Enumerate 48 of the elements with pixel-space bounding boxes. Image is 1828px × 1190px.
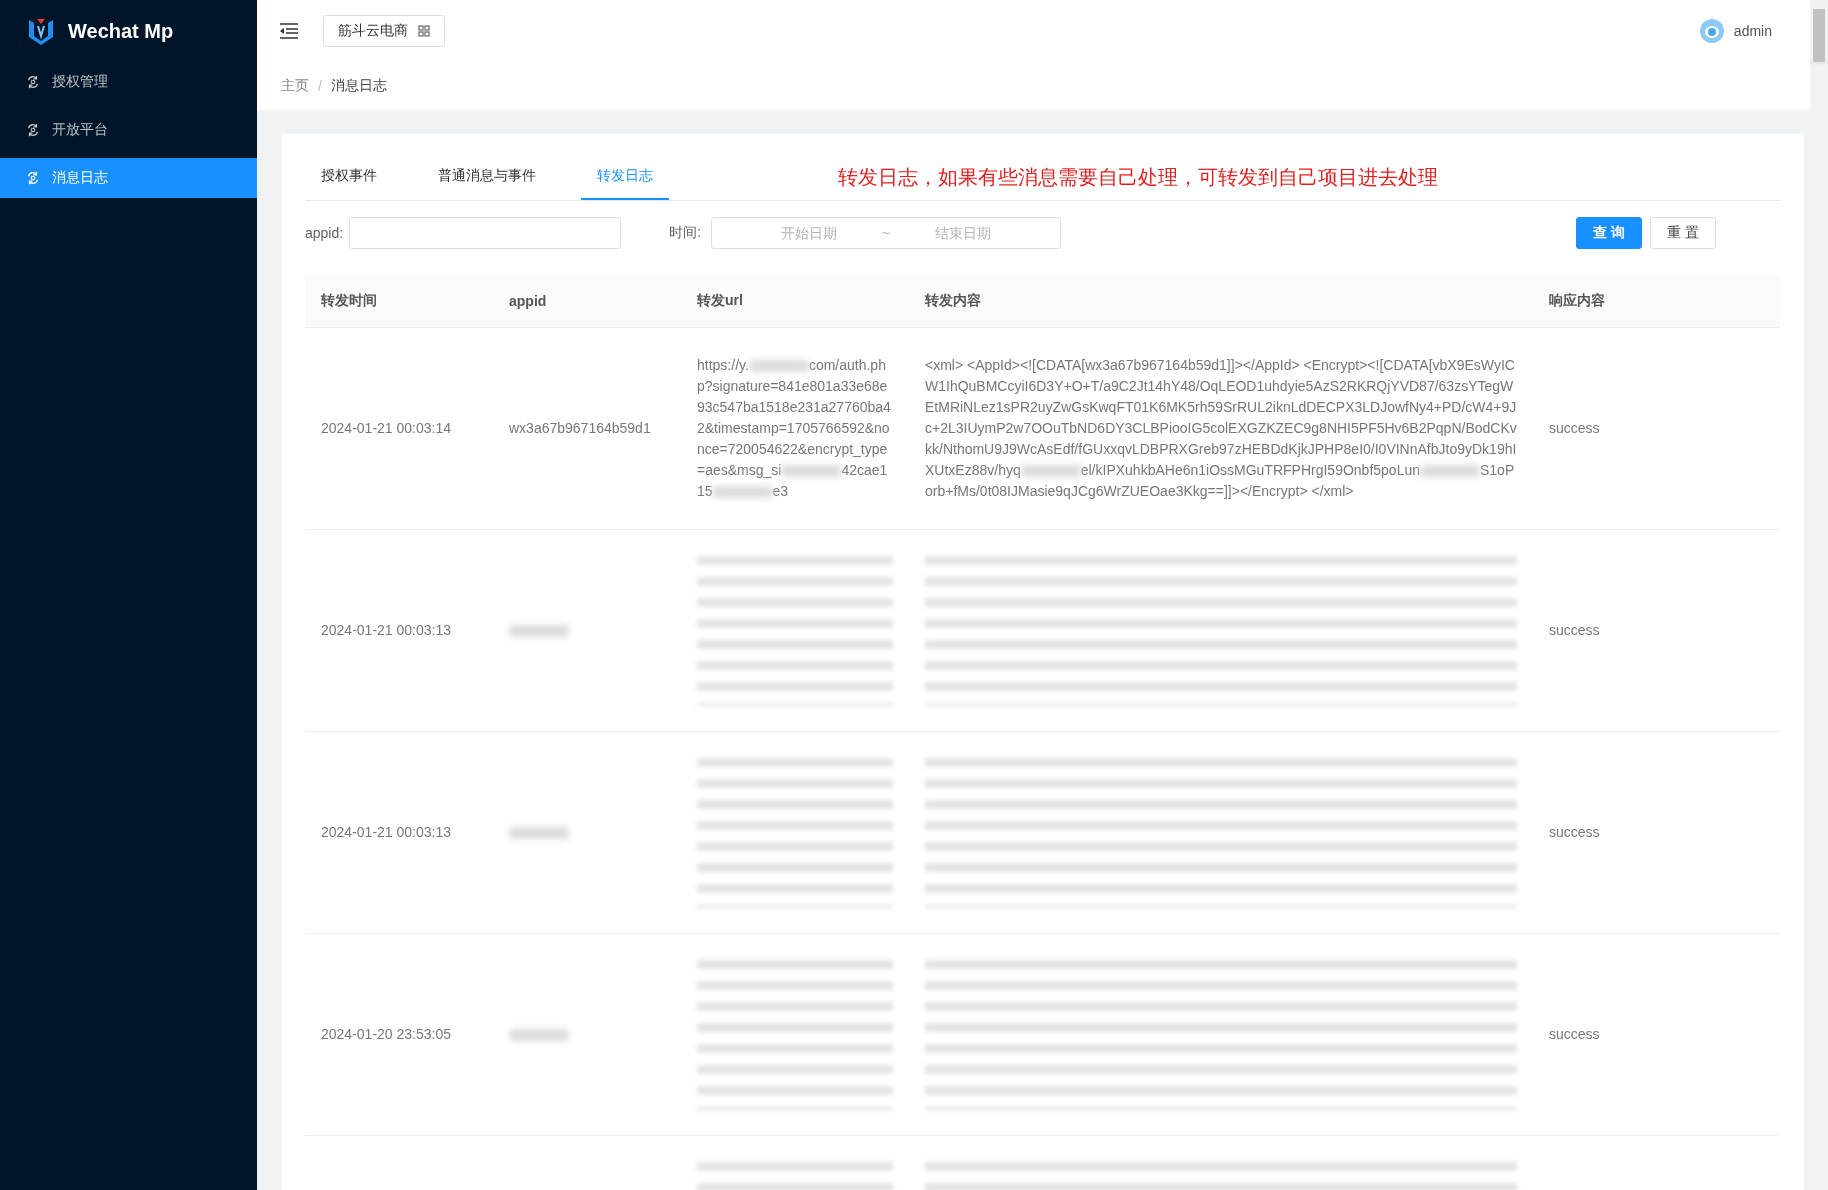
field-label: 时间: xyxy=(669,224,702,242)
reset-button[interactable]: 重 置 xyxy=(1650,217,1716,249)
tab[interactable]: 授权事件 xyxy=(305,154,393,200)
menu-icon[interactable] xyxy=(279,23,299,39)
redacted-text xyxy=(748,360,809,373)
column-header: 响应内容 xyxy=(1533,275,1780,328)
redacted-text xyxy=(712,486,773,499)
breadcrumb-link[interactable]: 主页 xyxy=(281,77,309,95)
app-title: Wechat Mp xyxy=(68,19,174,43)
column-header: 转发url xyxy=(681,275,909,328)
sync-icon xyxy=(26,75,40,89)
redacted-text xyxy=(1420,465,1480,478)
table-cell: 2024-01-21 00:03:13 xyxy=(305,731,493,934)
annotation-text: 转发日志，如果有些消息需要自己处理，可转发到自己项目进去处理 xyxy=(838,164,1438,190)
tab[interactable]: 普通消息与事件 xyxy=(422,154,552,200)
column-header: appid xyxy=(493,275,681,328)
sidebar-item[interactable]: 开放平台 xyxy=(0,110,257,150)
table-cell: <xml> <AppId><![CDATA[wx3a67b967164b59d1]]></AppId> <Encrypt><![CDATA[vbX9EsWyICW1IhQuBMCcyiI6D3Y+O+T/a9C2Jt14hY48/OqLEOD1uhdyie5AzS2RKRQjYVD87/63zsYTegWEtMRiNLez1sPR2uyZwGsKwqFT01K6MK5rh59SrRUL2iknLdDECPX3LDJowfNy4+PD/cW4+9Jc+2L3IUymP2w7OOuTbND6DY3CLBPiooIG5colEXGZKZEC9g8NHI5PF5Hv6B2PqpN/BodCKvkk/NthomU9J9WcAsEdf/fGUxxqvLDBPRXGreb97zHEBDdKjkJPHP8eI0/I0VINnAfbJto9yDk19hIXUtxEz88v/hyq el/kIPXuhkbAHe6n1iOssMGuTRFPHrgI59Onbf5poLun S1oPorb+fMs/0t08IJMasie9qJCg6WrZUEOae3Kkg==]]></Encrypt> </xml> xyxy=(909,327,1533,530)
table-cell: wx3a67b967164b59d1 xyxy=(493,327,681,530)
redacted-text xyxy=(781,465,842,478)
sync-icon xyxy=(26,171,40,185)
table-cell: success xyxy=(1533,529,1780,732)
table-cell: 2024-01-21 00:03:13 xyxy=(305,529,493,732)
breadcrumb-separator: / xyxy=(318,78,322,94)
column-header: 转发时间 xyxy=(305,275,493,328)
table-cell: success xyxy=(1533,327,1780,530)
column-header: 转发内容 xyxy=(909,275,1533,328)
user-name[interactable]: admin xyxy=(1733,23,1772,39)
redacted-text xyxy=(1020,465,1081,478)
range-separator: ~ xyxy=(881,225,891,241)
redacted-text xyxy=(509,827,569,840)
field-label: appid: xyxy=(305,225,344,241)
sync-icon xyxy=(26,123,40,137)
table-cell: 2024-01-21 00:03:14 xyxy=(305,327,493,530)
table-cell: https://y. com/auth.php?signature=841e801a33e68e93c547ba1518e231a27760ba42&timestamp=1705766592&nonce=720054622&encrypt_type=aes&msg_si 42cae115 e3 xyxy=(681,327,909,530)
tenant-selector[interactable]: 筋斗云电商 xyxy=(323,15,445,47)
avatar-icon[interactable] xyxy=(1699,19,1724,43)
logo-icon xyxy=(28,16,54,46)
table-cell: 2024-01-20 23:53:05 xyxy=(305,933,493,1136)
table-cell: success xyxy=(1533,933,1780,1136)
redacted-text xyxy=(509,625,569,638)
scrollbar[interactable] xyxy=(1810,0,1828,62)
appid-input[interactable] xyxy=(349,217,622,249)
grid-icon xyxy=(418,25,430,37)
breadcrumb-current: 消息日志 xyxy=(330,77,387,95)
redacted-text xyxy=(509,1029,569,1042)
table-cell: success xyxy=(1533,731,1780,934)
sidebar-item[interactable]: 授权管理 xyxy=(0,62,257,102)
